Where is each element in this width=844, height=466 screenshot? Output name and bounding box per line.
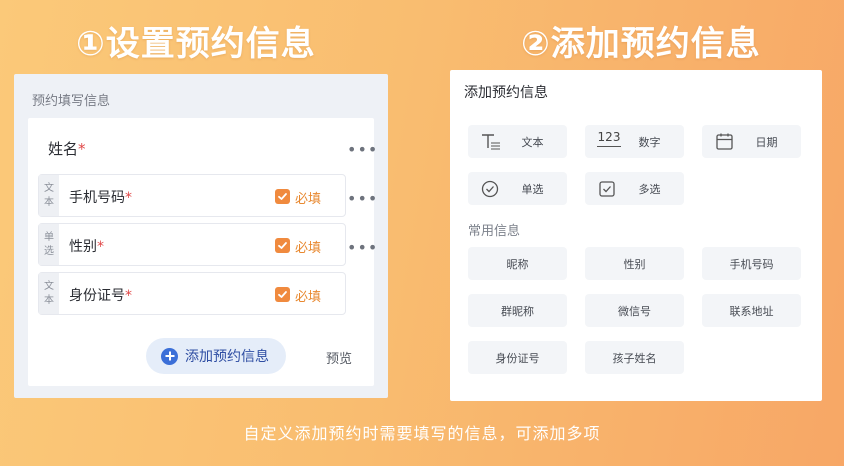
step2-title: ②添加预约信息	[521, 24, 761, 64]
panel-header: 添加预约信息	[464, 85, 548, 101]
preview-button[interactable]: 预览	[326, 348, 352, 367]
type-date-button[interactable]: 日期	[702, 125, 801, 158]
add-booking-info-button[interactable]: 添加预约信息	[146, 338, 286, 374]
type-text-button[interactable]: 文本	[468, 125, 567, 158]
more-options-icon[interactable]: •••	[347, 238, 378, 257]
common-item-button[interactable]: 昵称	[468, 247, 567, 280]
add-booking-info-panel: 添加预约信息 文本 123 数字 日期 单选 多选 常用信息 昵称 性别 手机号…	[450, 70, 822, 401]
field-label: 手机号码*	[69, 190, 132, 206]
check-icon	[278, 242, 287, 249]
common-item-button[interactable]: 孩子姓名	[585, 341, 684, 374]
field-label: 性别*	[69, 239, 104, 255]
plus-circle-icon	[161, 347, 178, 365]
booking-form-panel: 预约填写信息 姓名* 文本 手机号码* 必填 单选 性别* 必填 文本 身份证号…	[14, 74, 388, 398]
field-row-id-number[interactable]: 文本 身份证号* 必填	[38, 272, 346, 315]
type-multi-choice-button[interactable]: 多选	[585, 172, 684, 205]
field-type-tag: 文本	[39, 175, 59, 216]
form-body: 姓名* 文本 手机号码* 必填 单选 性别* 必填 文本 身份证号* 必填 添加…	[28, 118, 374, 386]
common-item-button[interactable]: 微信号	[585, 294, 684, 327]
step1-title: ①设置预约信息	[76, 24, 316, 64]
required-checkbox[interactable]	[275, 189, 290, 204]
panel-header: 预约填写信息	[32, 94, 111, 109]
footer-caption: 自定义添加预约时需要填写的信息，可添加多项	[243, 424, 601, 443]
common-item-button[interactable]: 性别	[585, 247, 684, 280]
required-checkbox[interactable]	[275, 287, 290, 302]
required-label: 必填	[295, 241, 322, 256]
type-number-button[interactable]: 123 数字	[585, 125, 684, 158]
more-options-icon[interactable]: •••	[347, 140, 378, 159]
type-single-choice-button[interactable]: 单选	[468, 172, 567, 205]
common-item-button[interactable]: 群昵称	[468, 294, 567, 327]
field-row-phone[interactable]: 文本 手机号码* 必填	[38, 174, 346, 217]
common-info-section-label: 常用信息	[468, 224, 521, 239]
field-label: 身份证号*	[69, 288, 132, 304]
required-label: 必填	[295, 290, 322, 305]
required-mark: *	[78, 140, 86, 158]
more-options-icon[interactable]: •••	[347, 189, 378, 208]
required-label: 必填	[295, 192, 322, 207]
check-icon	[278, 193, 287, 200]
field-type-tag: 文本	[39, 273, 59, 314]
required-checkbox[interactable]	[275, 238, 290, 253]
field-type-tag: 单选	[39, 224, 59, 265]
check-icon	[278, 291, 287, 298]
name-field-label: 姓名*	[48, 140, 86, 158]
common-item-button[interactable]: 联系地址	[702, 294, 801, 327]
common-item-button[interactable]: 身份证号	[468, 341, 567, 374]
field-row-gender[interactable]: 单选 性别* 必填	[38, 223, 346, 266]
common-item-button[interactable]: 手机号码	[702, 247, 801, 280]
add-button-label: 添加预约信息	[185, 349, 269, 365]
